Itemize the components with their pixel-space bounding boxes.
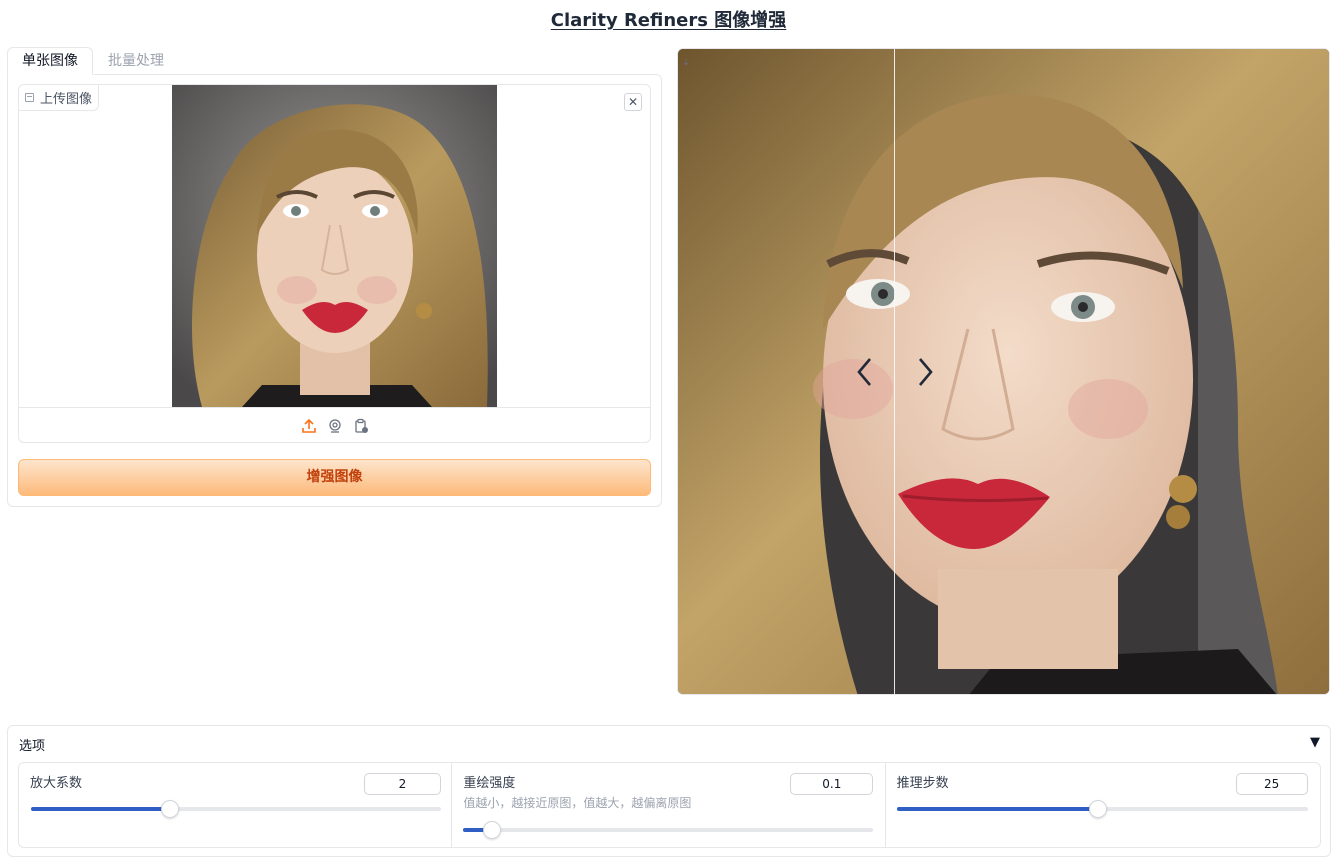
slider-fill bbox=[31, 807, 171, 811]
upload-image-block[interactable]: 上传图像 ✕ bbox=[18, 84, 651, 443]
image-icon bbox=[25, 93, 34, 102]
options-title: 选项 bbox=[19, 739, 46, 754]
close-icon[interactable]: ✕ bbox=[624, 93, 642, 111]
tab-panel: 上传图像 ✕ 增强图像 bbox=[7, 74, 662, 507]
slider-thumb[interactable] bbox=[161, 800, 180, 818]
slider-track[interactable] bbox=[463, 821, 874, 839]
left-column: 单张图像 批量处理 上传图像 ✕ 增强图像 bbox=[7, 47, 662, 507]
slider-label: 重绘强度 bbox=[463, 776, 516, 791]
options-row: 放大系数 重绘强度 值越小，越接近原图，值越大，越偏离原图 推理步数 bbox=[18, 762, 1321, 848]
slider-fill bbox=[896, 807, 1099, 811]
options-accordion: 选项 ▼ 放大系数 重绘强度 值越小，越接近原图，值越大，越偏离原图 推理步数 bbox=[7, 725, 1331, 857]
denoise-strength-input[interactable] bbox=[790, 773, 874, 795]
clipboard-icon[interactable] bbox=[353, 418, 369, 434]
slider-info: 值越小，越接近原图，值越大，越偏离原图 bbox=[463, 796, 692, 810]
chevron-left-icon[interactable] bbox=[854, 355, 876, 389]
download-icon[interactable]: ⇣ bbox=[680, 57, 692, 69]
tab-bar: 单张图像 批量处理 bbox=[7, 47, 662, 75]
compare-divider[interactable] bbox=[894, 49, 895, 694]
denoise-strength-slider: 重绘强度 值越小，越接近原图，值越大，越偏离原图 bbox=[452, 763, 886, 847]
options-header[interactable]: 选项 ▼ bbox=[8, 726, 1330, 760]
uploaded-portrait bbox=[172, 85, 497, 407]
inference-steps-input[interactable] bbox=[1235, 773, 1308, 795]
upscale-factor-input[interactable] bbox=[364, 773, 441, 795]
comparison-image bbox=[678, 49, 1329, 694]
upload-label-text: 上传图像 bbox=[40, 92, 93, 107]
tab-single-image[interactable]: 单张图像 bbox=[7, 47, 93, 75]
portrait-image bbox=[172, 85, 497, 407]
slider-track[interactable] bbox=[896, 800, 1308, 818]
webcam-icon[interactable] bbox=[327, 418, 343, 434]
upscale-factor-slider: 放大系数 bbox=[19, 763, 453, 847]
page-title: Clarity Refiners 图像增强 bbox=[550, 10, 787, 31]
enhance-button[interactable]: 增强图像 bbox=[18, 459, 651, 496]
slider-label: 放大系数 bbox=[30, 776, 83, 791]
slider-label: 推理步数 bbox=[896, 776, 949, 791]
source-bar bbox=[19, 407, 650, 442]
upload-label: 上传图像 bbox=[19, 85, 100, 111]
chevron-right-icon[interactable] bbox=[914, 355, 936, 389]
slider-track[interactable] bbox=[31, 800, 441, 818]
comparison-slider[interactable]: ⇣ bbox=[677, 48, 1330, 695]
caret-down-icon[interactable]: ▼ bbox=[1310, 735, 1320, 750]
slider-thumb[interactable] bbox=[483, 821, 502, 839]
tab-batch[interactable]: 批量处理 bbox=[93, 47, 179, 75]
upload-icon[interactable] bbox=[301, 418, 317, 434]
inference-steps-slider: 推理步数 bbox=[886, 763, 1320, 847]
slider-thumb[interactable] bbox=[1089, 800, 1108, 818]
